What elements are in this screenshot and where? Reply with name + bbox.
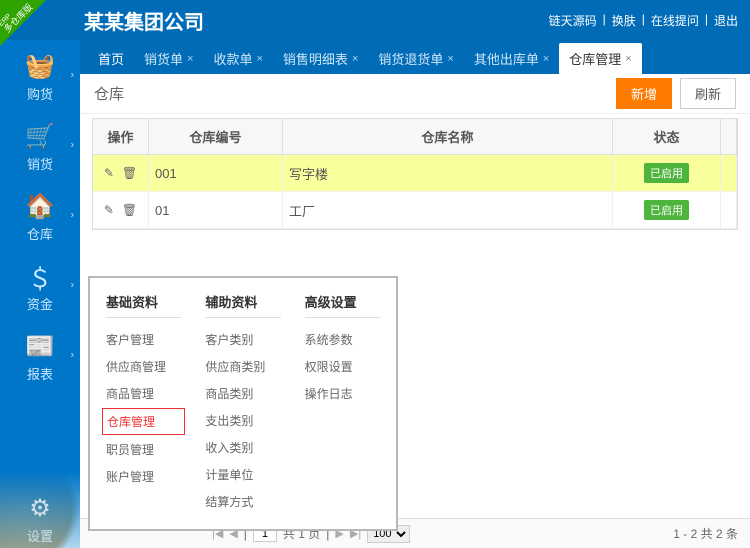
menu-sysparam[interactable]: 系统参数 xyxy=(305,326,380,353)
cart-icon: 🛒 xyxy=(0,120,80,152)
gear-icon: ⚙ xyxy=(0,492,80,524)
sidebar-item-report[interactable]: 📰 报表 › xyxy=(0,320,80,390)
menu-product[interactable]: 商品管理 xyxy=(106,380,181,407)
chevron-right-icon: › xyxy=(71,210,74,221)
tab-sales-detail[interactable]: 销售明细表× xyxy=(273,43,368,74)
close-icon[interactable]: × xyxy=(256,53,262,65)
link-skin[interactable]: 换肤 xyxy=(612,12,636,29)
page-title: 仓库 xyxy=(94,83,124,104)
dollar-icon: ＄ xyxy=(0,260,80,292)
col-code: 仓库编号 xyxy=(149,119,283,154)
menu-exp-cat[interactable]: 支出类别 xyxy=(205,407,280,434)
tab-return[interactable]: 销货退货单× xyxy=(368,43,463,74)
new-button[interactable]: 新增 xyxy=(616,78,672,109)
table-header: 操作 仓库编号 仓库名称 状态 xyxy=(93,119,737,155)
sidebar: 🧺 购货 › 🛒 销货 › 🏠 仓库 › ＄ 资金 › 📰 报表 › ⚙ 设置 xyxy=(0,40,80,548)
menu-warehouse[interactable]: 仓库管理 xyxy=(102,408,185,435)
sidebar-item-sales[interactable]: 🛒 销货 › xyxy=(0,110,80,180)
pager-info: 1 - 2 共 2 条 xyxy=(673,525,738,542)
menu-supp-cat[interactable]: 供应商类别 xyxy=(205,353,280,380)
chevron-right-icon: › xyxy=(71,350,74,361)
close-icon[interactable]: × xyxy=(625,53,631,65)
sidebar-item-settings[interactable]: ⚙ 设置 xyxy=(0,480,80,548)
menu-account[interactable]: 账户管理 xyxy=(106,463,181,490)
col-op: 操作 xyxy=(93,119,149,154)
menu-cust-cat[interactable]: 客户类别 xyxy=(205,326,280,353)
popup-col-aux: 辅助资料 客户类别 供应商类别 商品类别 支出类别 收入类别 计量单位 结算方式 xyxy=(205,292,280,515)
delete-icon[interactable]: 🗑 xyxy=(122,166,137,180)
menu-staff[interactable]: 职员管理 xyxy=(106,436,181,463)
menu-supplier[interactable]: 供应商管理 xyxy=(106,353,181,380)
tab-sales-order[interactable]: 销货单× xyxy=(134,43,203,74)
menu-settle[interactable]: 结算方式 xyxy=(205,488,280,515)
close-icon[interactable]: × xyxy=(187,53,193,65)
tab-home[interactable]: 首页 xyxy=(88,43,134,74)
edit-icon[interactable]: ✎ xyxy=(104,203,114,217)
chevron-right-icon: › xyxy=(71,140,74,151)
tab-other-out[interactable]: 其他出库单× xyxy=(464,43,559,74)
table-row[interactable]: ✎🗑 01 工厂 已启用 xyxy=(93,192,737,229)
topbar: 某某集团公司 链天源码| 换肤| 在线提问| 退出 xyxy=(0,0,750,40)
col-status: 状态 xyxy=(613,119,721,154)
sidebar-item-warehouse[interactable]: 🏠 仓库 › xyxy=(0,180,80,250)
menu-perm[interactable]: 权限设置 xyxy=(305,353,380,380)
tab-warehouse-mgmt[interactable]: 仓库管理× xyxy=(559,43,641,74)
popup-col-basic: 基础资料 客户管理 供应商管理 商品管理 仓库管理 职员管理 账户管理 xyxy=(106,292,181,515)
popup-col-adv: 高级设置 系统参数 权限设置 操作日志 xyxy=(305,292,380,515)
table-row[interactable]: ✎🗑 001 写字楼 已启用 xyxy=(93,155,737,192)
report-icon: 📰 xyxy=(0,330,80,362)
col-name: 仓库名称 xyxy=(283,119,613,154)
warehouse-table: 操作 仓库编号 仓库名称 状态 ✎🗑 001 写字楼 已启用 ✎🗑 01 工厂 … xyxy=(92,118,738,230)
menu-log[interactable]: 操作日志 xyxy=(305,380,380,407)
sidebar-item-finance[interactable]: ＄ 资金 › xyxy=(0,250,80,320)
link-ask[interactable]: 在线提问 xyxy=(651,12,699,29)
page-header: 仓库 新增 刷新 xyxy=(80,74,750,114)
edit-icon[interactable]: ✎ xyxy=(104,166,114,180)
status-badge: 已启用 xyxy=(644,163,689,183)
link-logout[interactable]: 退出 xyxy=(714,12,738,29)
status-badge: 已启用 xyxy=(644,200,689,220)
top-links: 链天源码| 换肤| 在线提问| 退出 xyxy=(549,12,738,29)
chevron-right-icon: › xyxy=(71,280,74,291)
menu-prod-cat[interactable]: 商品类别 xyxy=(205,380,280,407)
tab-receipt[interactable]: 收款单× xyxy=(203,43,272,74)
close-icon[interactable]: × xyxy=(447,53,453,65)
close-icon[interactable]: × xyxy=(543,53,549,65)
menu-unit[interactable]: 计量单位 xyxy=(205,461,280,488)
settings-popup: 基础资料 客户管理 供应商管理 商品管理 仓库管理 职员管理 账户管理 辅助资料… xyxy=(88,276,398,531)
link-source[interactable]: 链天源码 xyxy=(549,12,597,29)
refresh-button[interactable]: 刷新 xyxy=(680,78,736,109)
chevron-right-icon: › xyxy=(71,70,74,81)
close-icon[interactable]: × xyxy=(352,53,358,65)
app-logo: 某某集团公司 xyxy=(84,6,204,35)
sidebar-item-purchase[interactable]: 🧺 购货 › xyxy=(0,40,80,110)
menu-customer[interactable]: 客户管理 xyxy=(106,326,181,353)
delete-icon[interactable]: 🗑 xyxy=(122,203,137,217)
menu-inc-cat[interactable]: 收入类别 xyxy=(205,434,280,461)
basket-icon: 🧺 xyxy=(0,50,80,82)
warehouse-icon: 🏠 xyxy=(0,190,80,222)
tab-bar: 首页 销货单× 收款单× 销售明细表× 销货退货单× 其他出库单× 仓库管理× xyxy=(80,40,750,74)
